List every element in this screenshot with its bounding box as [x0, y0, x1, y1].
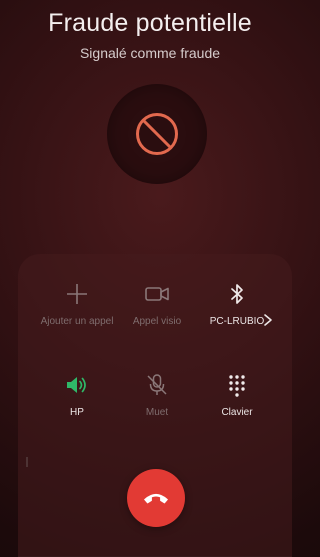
- video-call-label: Appel visio: [132, 316, 182, 327]
- chevron-right-icon[interactable]: [263, 313, 273, 330]
- add-call-label: Ajouter un appel: [40, 316, 114, 327]
- caller-title: Fraude potentielle: [48, 9, 252, 37]
- video-camera-icon: [145, 287, 169, 301]
- hangup-icon: [144, 493, 168, 504]
- blocked-icon: [136, 113, 178, 155]
- video-call-button[interactable]: Appel visio: [117, 281, 197, 327]
- mute-button[interactable]: Muet: [117, 372, 197, 418]
- dialpad-icon: [229, 375, 245, 397]
- add-call-button[interactable]: Ajouter un appel: [37, 281, 117, 327]
- mute-label: Muet: [145, 407, 169, 418]
- scroll-indicator: [24, 456, 30, 468]
- speaker-label: HP: [70, 407, 84, 418]
- caller-avatar: [107, 84, 207, 184]
- bluetooth-icon: [231, 284, 243, 304]
- plus-icon: [67, 284, 87, 304]
- caller-subtitle: Signalé comme fraude: [79, 45, 221, 61]
- end-call-button[interactable]: [127, 469, 185, 527]
- dialpad-button[interactable]: Clavier: [197, 372, 277, 418]
- speaker-icon: [67, 377, 86, 393]
- speaker-button[interactable]: HP: [37, 372, 117, 418]
- dialpad-label: Clavier: [221, 407, 253, 418]
- mic-off-icon: [147, 374, 167, 395]
